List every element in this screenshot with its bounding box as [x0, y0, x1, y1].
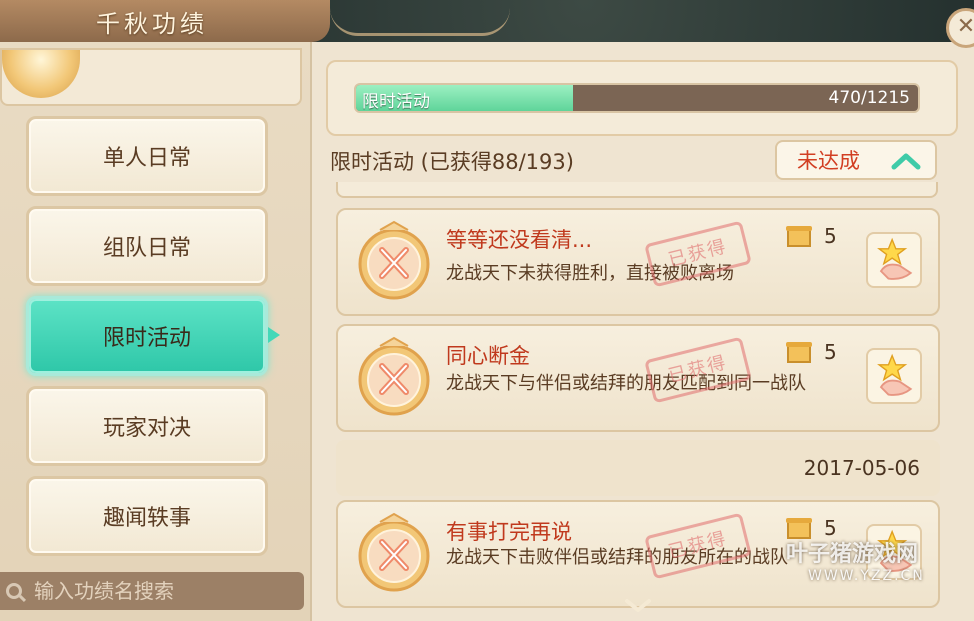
- search-input[interactable]: [34, 579, 284, 603]
- sidebar-item-team-daily[interactable]: 组队日常: [26, 206, 268, 286]
- star-hand-icon: [877, 353, 913, 396]
- title-ornament: [330, 8, 510, 36]
- filter-dropdown-button[interactable]: 未达成: [775, 140, 937, 180]
- achievement-card[interactable]: 等等还没看清... 龙战天下未获得胜利，直接被败离场 已获得 5: [336, 208, 940, 316]
- window-title: 千秋功绩: [96, 10, 208, 38]
- section-title: 限时活动 (已获得88/193): [330, 150, 574, 174]
- watermark-url: WWW.YZZ.CN: [808, 568, 925, 584]
- achievement-card[interactable]: 同心断金 龙战天下与伴侣或结拜的朋友匹配到同一战队 已获得 5: [336, 324, 940, 432]
- sidebar-item-label: 趣闻轶事: [102, 506, 191, 531]
- achievement-description: 龙战天下未获得胜利，直接被败离场: [446, 263, 734, 284]
- claim-reward-button[interactable]: [866, 348, 922, 404]
- sidebar-item-label: 组队日常: [102, 236, 191, 261]
- date-text: 2017-05-06: [803, 456, 920, 480]
- progress-bar: 限时活动 470/1215: [354, 83, 920, 113]
- crossed-swords-medal-icon: [358, 512, 430, 592]
- scroll-reward-icon: [786, 226, 812, 247]
- achievement-name: 等等还没看清...: [446, 228, 593, 252]
- sidebar-item-label: 限时活动: [102, 326, 191, 351]
- sidebar-item-label: 玩家对决: [102, 416, 191, 441]
- date-separator: 2017-05-06: [336, 440, 940, 496]
- progress-label: 限时活动: [362, 92, 430, 112]
- star-hand-icon: [877, 237, 913, 280]
- filter-label: 未达成: [797, 149, 860, 173]
- reward-count: 5: [824, 224, 837, 248]
- list-item-partial: [336, 182, 938, 198]
- watermark-logo: 叶子猪游戏网: [786, 542, 919, 567]
- scroll-reward-icon: [786, 342, 812, 363]
- sidebar-item-anecdotes[interactable]: 趣闻轶事: [26, 476, 268, 556]
- progress-value: 470/1215: [828, 88, 910, 108]
- chevron-down-icon[interactable]: [624, 598, 652, 614]
- sidebar-item-limited-event[interactable]: 限时活动: [26, 296, 268, 376]
- claim-reward-button[interactable]: [866, 232, 922, 288]
- crossed-swords-medal-icon: [358, 336, 430, 416]
- search-icon[interactable]: [6, 583, 22, 599]
- crossed-swords-medal-icon: [358, 220, 430, 300]
- active-indicator-arrow-icon: [268, 327, 280, 343]
- window-title-bar: 千秋功绩: [0, 0, 330, 42]
- reward-count: 5: [824, 340, 837, 364]
- search-bar: [0, 572, 304, 610]
- sidebar-item-label: 单人日常: [102, 146, 191, 171]
- sidebar-item-solo-daily[interactable]: 单人日常: [26, 116, 268, 196]
- chevron-up-icon: [891, 153, 921, 170]
- achievement-name: 有事打完再说: [446, 520, 572, 544]
- achievement-name: 同心断金: [446, 344, 530, 368]
- sidebar-item-pvp[interactable]: 玩家对决: [26, 386, 268, 466]
